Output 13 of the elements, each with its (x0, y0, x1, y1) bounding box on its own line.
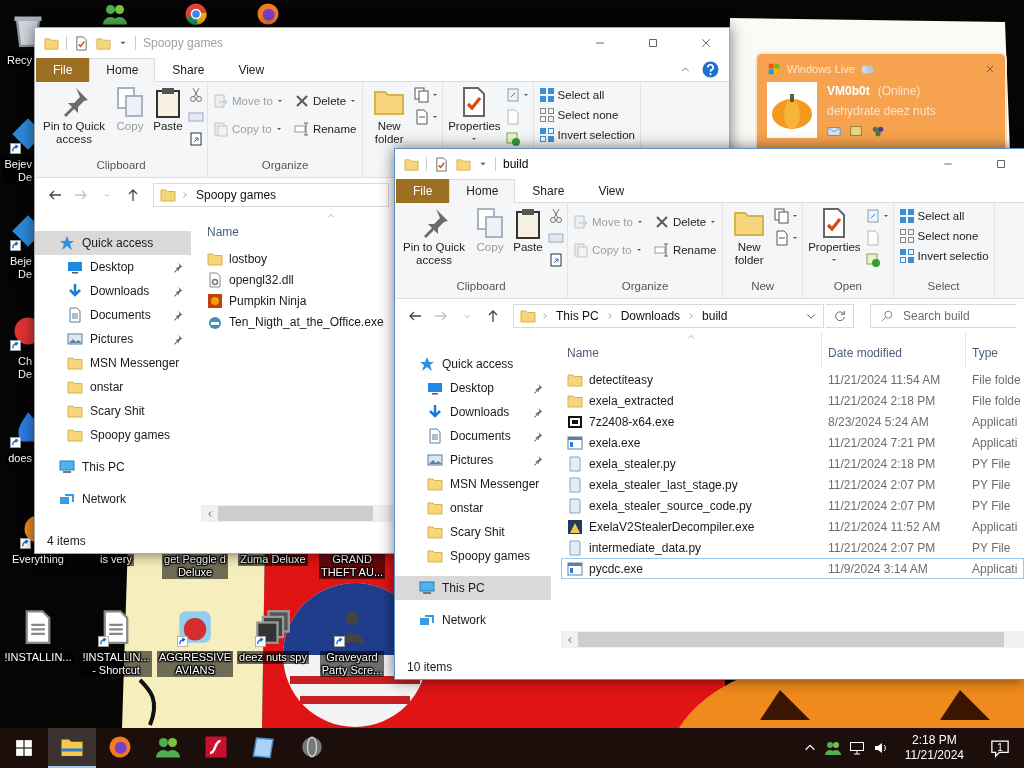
start-icon (15, 739, 33, 757)
taskbar-button[interactable] (48, 728, 96, 768)
volume-icon (872, 740, 889, 756)
browser-icon (108, 735, 132, 759)
network-icon (848, 740, 865, 756)
notification-icon (990, 738, 1010, 758)
people-icon (156, 735, 180, 759)
clock[interactable]: 2:18 PM 11/21/2024 (896, 733, 972, 763)
people-icon (824, 740, 841, 756)
notification-button[interactable]: 1 (980, 728, 1020, 768)
notepad-icon (252, 735, 276, 759)
flash-icon (204, 735, 228, 759)
globe-icon (300, 735, 324, 759)
